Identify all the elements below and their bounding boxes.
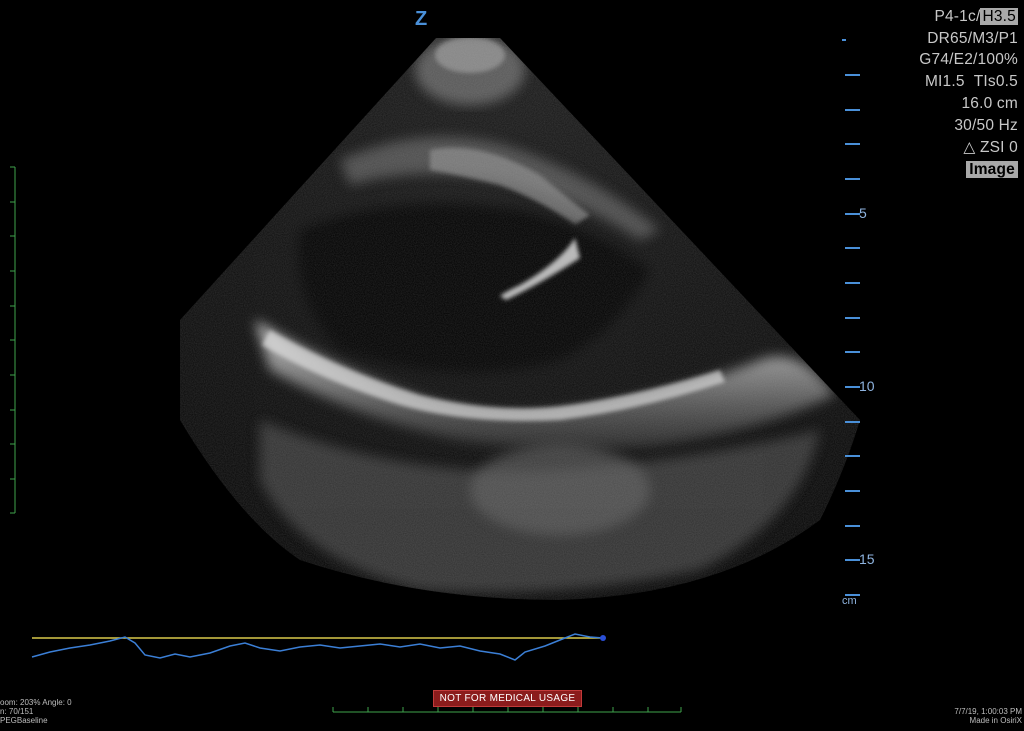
transducer-label: P4-1c/H3.5: [934, 8, 1018, 25]
depth-label: 16.0 cm: [961, 95, 1018, 112]
ecg-trace: [31, 633, 606, 661]
index-label: MI1.5 TIs0.5: [924, 73, 1018, 90]
timeline-scale: [332, 707, 682, 713]
ultrasound-viewport[interactable]: Z P4-1c/H3.5 DR65/M3/P1 G74/E2/100% MI1.…: [0, 0, 1024, 726]
ultrasound-image: [10, 38, 860, 713]
depth-scale-label-15: 15: [859, 551, 875, 567]
compression-info: PEGBaseline: [0, 716, 48, 725]
bell-icon: △: [963, 139, 976, 156]
mode-label: Image: [966, 159, 1018, 180]
not-for-medical-usage-banner: NOT FOR MEDICAL USAGE: [433, 690, 582, 707]
gain-label: G74/E2/100%: [919, 51, 1018, 68]
made-in-label: Made in OsiriX: [969, 716, 1022, 725]
depth-scale-label-10: 10: [859, 378, 875, 394]
depth-scale: [842, 39, 860, 596]
depth-scale-label-5: 5: [859, 205, 867, 221]
frequency-label: H3.5: [980, 8, 1018, 25]
zsi-label: △ ZSI 0: [963, 139, 1018, 156]
depth-unit-label: cm: [842, 595, 857, 607]
dynamic-range-label: DR65/M3/P1: [927, 30, 1018, 47]
probe-orientation-marker: Z: [415, 8, 428, 30]
frame-rate-label: 30/50 Hz: [954, 117, 1018, 134]
left-scale: [10, 166, 16, 514]
image-sector: [180, 38, 860, 600]
